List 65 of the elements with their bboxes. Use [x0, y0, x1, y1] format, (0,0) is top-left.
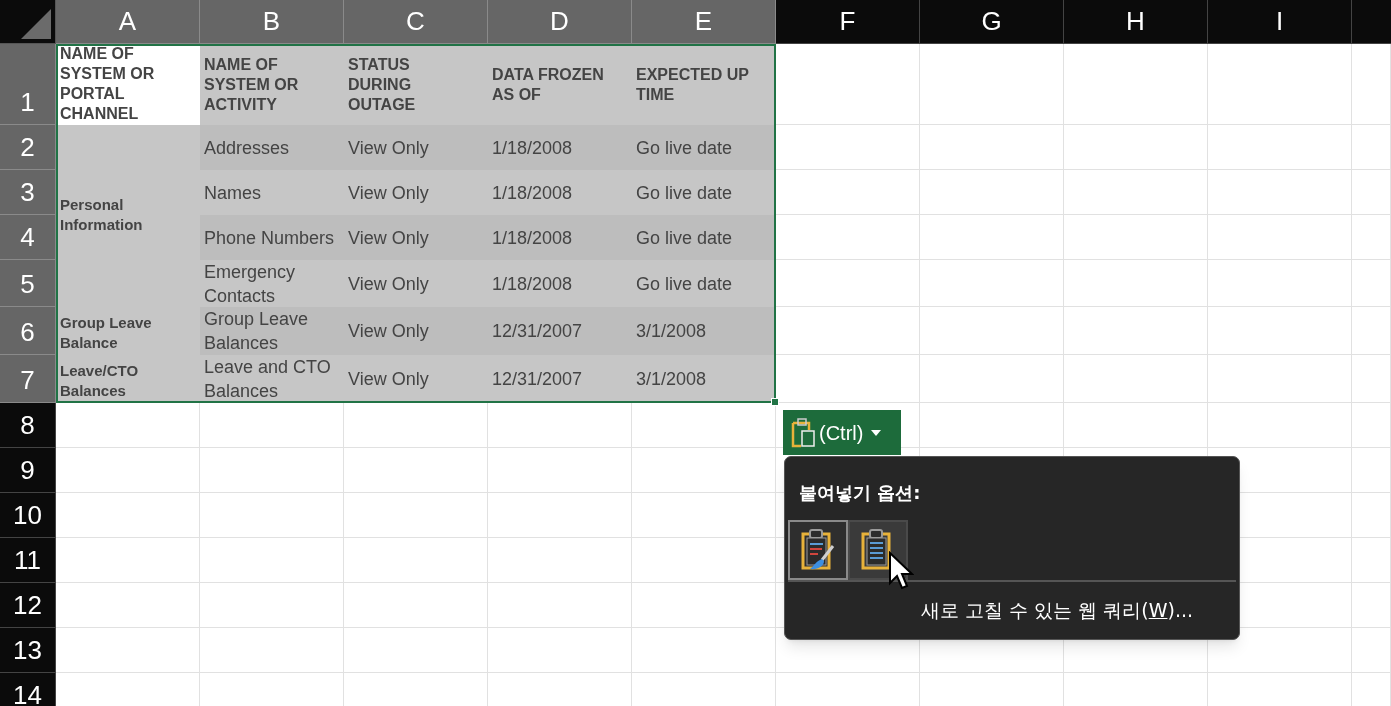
menu-item[interactable]: 새로 고칠 수 있는 웹 쿼리(W)...: [921, 596, 1193, 625]
column-header[interactable]: H: [1064, 0, 1208, 44]
row-header[interactable]: 11: [0, 538, 56, 583]
table-cell: View Only: [344, 170, 488, 215]
column-header[interactable]: C: [344, 0, 488, 44]
row-header[interactable]: 13: [0, 628, 56, 673]
table-cell: View Only: [344, 260, 488, 307]
table-cell: Personal Information: [56, 125, 200, 307]
column-header[interactable]: G: [920, 0, 1064, 44]
column-header[interactable]: D: [488, 0, 632, 44]
table-cell: STATUS DURING OUTAGE: [344, 44, 488, 125]
column-header[interactable]: E: [632, 0, 776, 44]
table-cell: Leave and CTO Balances: [200, 355, 344, 403]
paste-options-menu[interactable]: (Ctrl): [783, 410, 901, 455]
table-cell: View Only: [344, 307, 488, 355]
row-header[interactable]: 8: [0, 403, 56, 448]
table-cell: Phone Numbers: [200, 215, 344, 260]
paste-option-button[interactable]: [788, 520, 848, 580]
clipboard-icon: [791, 417, 817, 448]
row-header[interactable]: 6: [0, 307, 56, 355]
menu-title: 붙여넣기 옵션:: [799, 481, 921, 505]
table-cell: 12/31/2007: [488, 307, 632, 355]
row-header[interactable]: 2: [0, 125, 56, 170]
row-header[interactable]: 1: [0, 44, 56, 125]
mouse-pointer-icon: [888, 551, 914, 591]
table-cell: Group Leave Balance: [56, 307, 200, 355]
clipboard-brush-icon: [800, 528, 836, 572]
table-cell: 1/18/2008: [488, 125, 632, 170]
table-cell: Go live date: [632, 215, 776, 260]
row-header[interactable]: 9: [0, 448, 56, 493]
row-header[interactable]: 3: [0, 170, 56, 215]
column-header[interactable]: F: [776, 0, 920, 44]
table-cell: Go live date: [632, 260, 776, 307]
table-cell: Go live date: [632, 170, 776, 215]
caret-icon: [871, 429, 882, 436]
table-cell: Emergency Contacts: [200, 260, 344, 307]
table-cell: NAME OF SYSTEM OR ACTIVITY: [200, 44, 344, 125]
row-header[interactable]: 5: [0, 260, 56, 307]
table-cell: 1/18/2008: [488, 215, 632, 260]
table-cell: View Only: [344, 125, 488, 170]
triangle-icon: [21, 9, 51, 39]
table-cell: Group Leave Balances: [200, 307, 344, 355]
table-cell: View Only: [344, 355, 488, 403]
row-header[interactable]: 12: [0, 583, 56, 628]
table-cell: DATA FROZEN AS OF: [488, 44, 632, 125]
table-cell: 1/18/2008: [488, 260, 632, 307]
table-cell: Names: [200, 170, 344, 215]
table-cell: View Only: [344, 215, 488, 260]
table-cell: EXPECTED UP TIME: [632, 44, 776, 125]
table-cell: Leave/CTO Balances: [56, 355, 200, 403]
table-cell: 1/18/2008: [488, 170, 632, 215]
table-cell: 3/1/2008: [632, 307, 776, 355]
select-all-corner[interactable]: [0, 0, 56, 44]
table-cell: Go live date: [632, 125, 776, 170]
column-header[interactable]: A: [56, 0, 200, 44]
row-header[interactable]: 10: [0, 493, 56, 538]
row-header[interactable]: 7: [0, 355, 56, 403]
column-header[interactable]: B: [200, 0, 344, 44]
column-header[interactable]: [1352, 0, 1391, 44]
table-cell: 3/1/2008: [632, 355, 776, 403]
row-header[interactable]: 14: [0, 673, 56, 706]
row-header[interactable]: 4: [0, 215, 56, 260]
column-header[interactable]: I: [1208, 0, 1352, 44]
table-cell: Addresses: [200, 125, 344, 170]
table-cell: 12/31/2007: [488, 355, 632, 403]
